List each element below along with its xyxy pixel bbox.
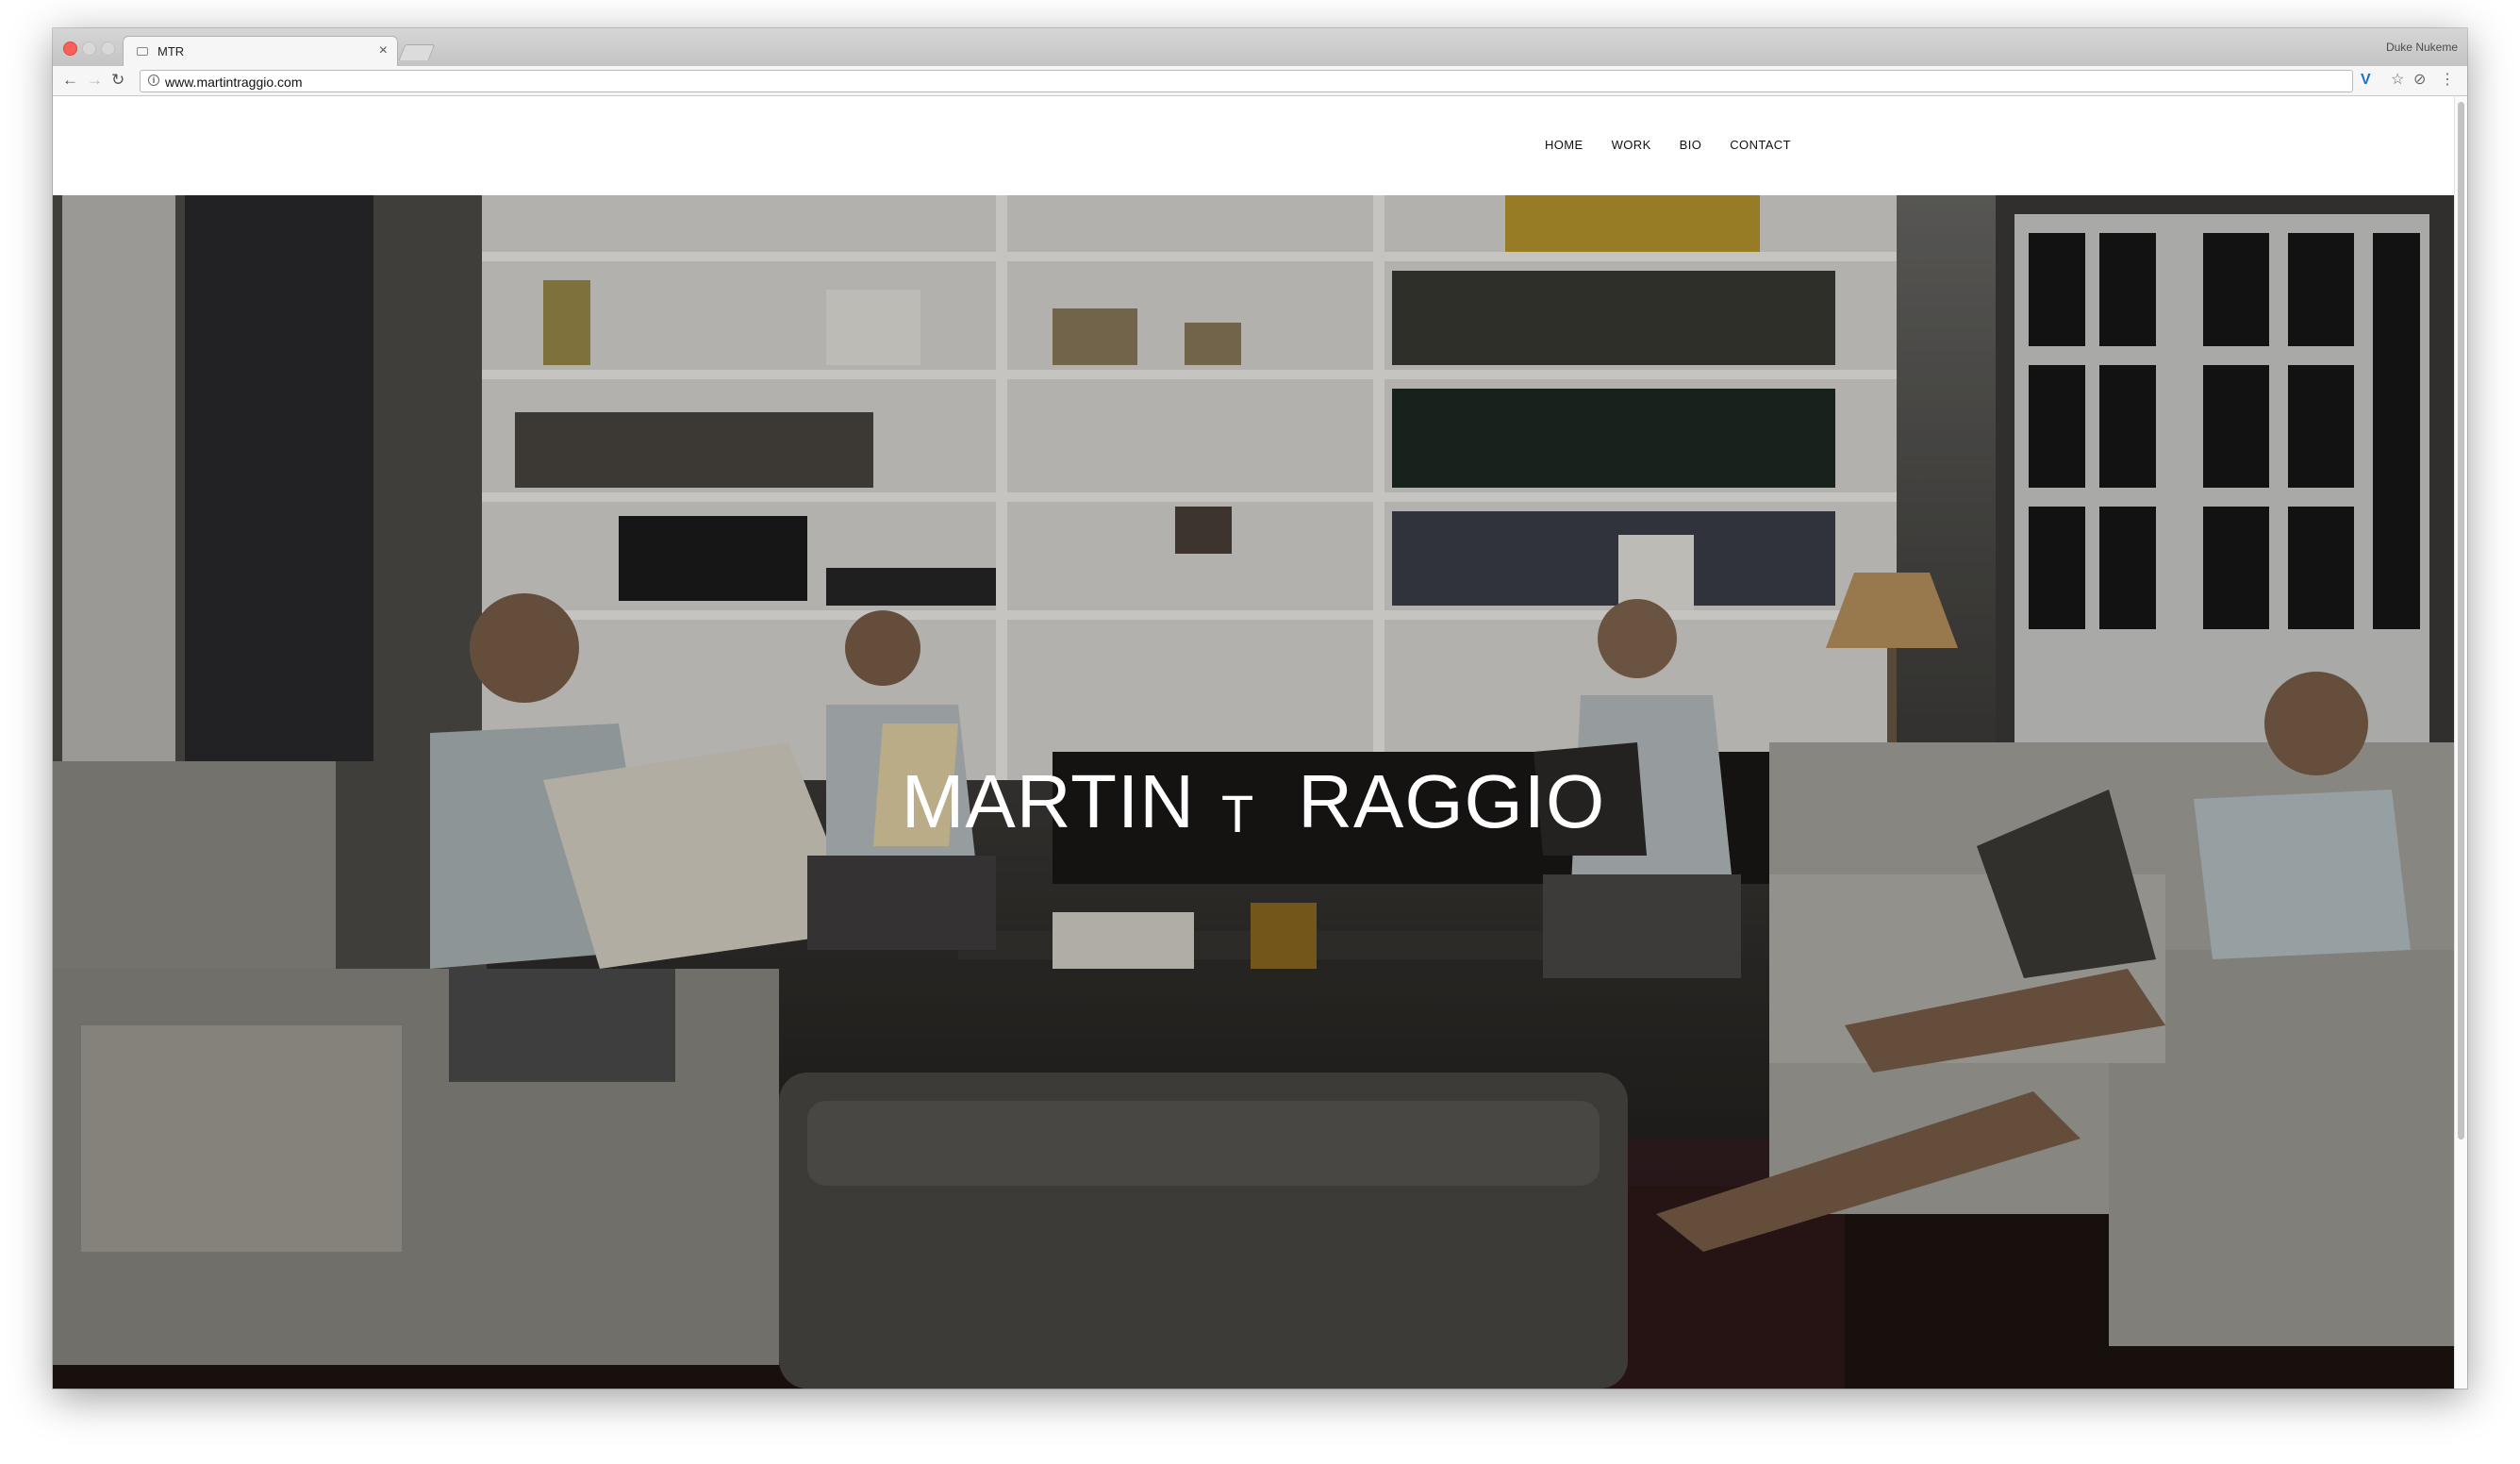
hero-title-initial: T bbox=[1220, 783, 1255, 843]
address-bar[interactable]: i www.martintraggio.com bbox=[140, 70, 2353, 92]
new-tab-button[interactable] bbox=[398, 44, 436, 60]
tab-strip: MTR × Duke Nukeme bbox=[53, 28, 2467, 66]
maximize-window-button[interactable] bbox=[101, 42, 115, 56]
site-info-icon[interactable]: i bbox=[148, 75, 159, 86]
browser-window: MTR × Duke Nukeme ← → ↻ i www.martintrag… bbox=[53, 28, 2467, 1389]
browser-tab[interactable]: MTR × bbox=[123, 36, 398, 66]
tab-title: MTR bbox=[158, 44, 185, 58]
forward-arrow-icon[interactable]: → bbox=[87, 70, 103, 91]
nav-home-link[interactable]: HOME bbox=[1545, 138, 1583, 152]
page-scrollbar[interactable] bbox=[2454, 96, 2467, 1389]
nav-bio-link[interactable]: BIO bbox=[1680, 138, 1702, 152]
scrollbar-thumb[interactable] bbox=[2458, 102, 2464, 1140]
hero-title: MARTIN T RAGGIO bbox=[53, 758, 2454, 845]
hero-title-last: RAGGIO bbox=[1298, 759, 1606, 843]
tab-close-icon[interactable]: × bbox=[379, 42, 388, 59]
close-window-button[interactable] bbox=[63, 42, 77, 56]
reload-icon[interactable]: ↻ bbox=[111, 70, 124, 91]
browser-menu-icon[interactable]: ⋮ bbox=[2440, 71, 2455, 90]
nav-contact-link[interactable]: CONTACT bbox=[1730, 138, 1791, 152]
web-page: HOME WORK BIO CONTACT MARTIN T RAGGIO bbox=[53, 96, 2454, 1389]
site-navigation: HOME WORK BIO CONTACT bbox=[1545, 138, 1791, 152]
nav-work-link[interactable]: WORK bbox=[1612, 138, 1651, 152]
bookmark-star-icon[interactable]: ☆ bbox=[2391, 71, 2404, 90]
back-arrow-icon[interactable]: ← bbox=[62, 70, 78, 91]
browser-toolbar: ← → ↻ i www.martintraggio.com V ☆ ⊘ ⋮ bbox=[53, 66, 2467, 96]
extension-icon[interactable]: ⊘ bbox=[2413, 71, 2426, 90]
profile-name[interactable]: Duke Nukeme bbox=[2386, 41, 2458, 54]
hero-title-first: MARTIN bbox=[901, 759, 1195, 843]
page-favicon-icon bbox=[137, 47, 148, 56]
minimize-window-button[interactable] bbox=[82, 42, 96, 56]
hero-image: MARTIN T RAGGIO bbox=[53, 195, 2454, 1389]
url-text[interactable]: www.martintraggio.com bbox=[165, 75, 303, 90]
extension-v-icon[interactable]: V bbox=[2361, 71, 2371, 90]
